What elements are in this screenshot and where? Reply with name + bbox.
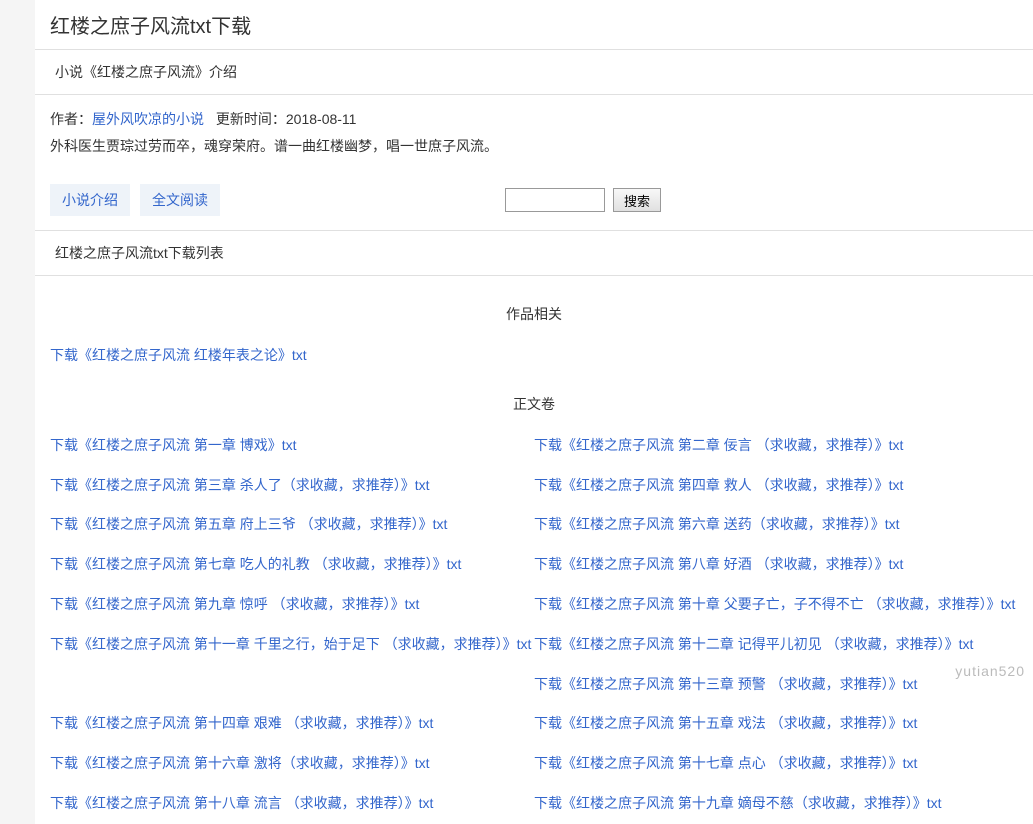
chapter-link[interactable]: 下载《红楼之庶子风流 第四章 救人 （求收藏，求推荐）》txt [534,477,903,493]
chapter-col-left: 下载《红楼之庶子风流 第十四章 艰难 （求收藏，求推荐）》txt [50,704,534,744]
chapter-link[interactable]: 下载《红楼之庶子风流 第一章 博戏》txt [50,437,297,453]
nav-search-row: 小说介绍 全文阅读 搜索 [35,170,1033,230]
chapter-col-left: 下载《红楼之庶子风流 第七章 吃人的礼教 （求收藏，求推荐）》txt [50,545,534,585]
chapter-row: 下载《红楼之庶子风流 第三章 杀人了（求收藏，求推荐）》txt 下载《红楼之庶子风… [50,466,1018,506]
chapter-col-right: 下载《红楼之庶子风流 第六章 送药（求收藏，求推荐）》txt [534,505,1018,545]
chapter-link[interactable]: 下载《红楼之庶子风流 第八章 好酒 （求收藏，求推荐）》txt [534,556,903,572]
chapter-link[interactable]: 下载《红楼之庶子风流 第十一章 千里之行，始于足下 （求收藏，求推荐）》txt [50,636,531,652]
chapter-col-left: 下载《红楼之庶子风流 第十一章 千里之行，始于足下 （求收藏，求推荐）》txt [50,625,534,665]
chapter-col-left: 下载《红楼之庶子风流 第九章 惊呼 （求收藏，求推荐）》txt [50,585,534,625]
chapter-col-right [534,336,1018,376]
chapter-row: 下载《红楼之庶子风流 第一章 博戏》txt 下载《红楼之庶子风流 第二章 佞言 （… [50,426,1018,466]
search-button[interactable]: 搜索 [613,188,661,212]
chapter-link[interactable]: 下载《红楼之庶子风流 第七章 吃人的礼教 （求收藏，求推荐）》txt [50,556,461,572]
chapter-row: 下载《红楼之庶子风流 第十三章 预警 （求收藏，求推荐）》txt [50,665,1018,705]
author-label: 作者： [50,111,92,127]
chapter-link[interactable]: 下载《红楼之庶子风流 第十章 父要子亡，子不得不亡 （求收藏，求推荐）》txt [534,596,1015,612]
chapter-row: 下载《红楼之庶子风流 第十四章 艰难 （求收藏，求推荐）》txt 下载《红楼之庶子… [50,704,1018,744]
chapter-col-right: 下载《红楼之庶子风流 第二章 佞言 （求收藏，求推荐）》txt [534,426,1018,466]
volume-title: 正文卷 [35,376,1033,426]
chapter-col-left: 下载《红楼之庶子风流 第三章 杀人了（求收藏，求推荐）》txt [50,466,534,506]
chapter-row: 下载《红楼之庶子风流 第十六章 激将（求收藏，求推荐）》txt 下载《红楼之庶子风… [50,744,1018,784]
chapter-link[interactable]: 下载《红楼之庶子风流 第十九章 嫡母不慈（求收藏，求推荐）》txt [534,795,942,811]
list-header: 红楼之庶子风流txt下载列表 [35,230,1033,276]
chapter-link[interactable]: 下载《红楼之庶子风流 第三章 杀人了（求收藏，求推荐）》txt [50,477,430,493]
search-input[interactable] [505,188,605,212]
chapter-col-right: 下载《红楼之庶子风流 第八章 好酒 （求收藏，求推荐）》txt [534,545,1018,585]
nav-fulltext-button[interactable]: 全文阅读 [140,184,220,216]
chapter-col-left [50,665,534,705]
chapter-link[interactable]: 下载《红楼之庶子风流 第二章 佞言 （求收藏，求推荐）》txt [534,437,903,453]
nav-intro-button[interactable]: 小说介绍 [50,184,130,216]
intro-header: 小说《红楼之庶子风流》介绍 [35,49,1033,95]
chapter-col-right: 下载《红楼之庶子风流 第十二章 记得平儿初见 （求收藏，求推荐）》txt [534,625,1018,665]
novel-description: 外科医生贾琮过劳而卒，魂穿荣府。谱一曲红楼幽梦，唱一世庶子风流。 [35,133,1033,170]
chapter-row: 下载《红楼之庶子风流 第十八章 流言 （求收藏，求推荐）》txt 下载《红楼之庶子… [50,784,1018,824]
chapter-row: 下载《红楼之庶子风流 第九章 惊呼 （求收藏，求推荐）》txt 下载《红楼之庶子风… [50,585,1018,625]
chapter-col-right: 下载《红楼之庶子风流 第十九章 嫡母不慈（求收藏，求推荐）》txt [534,784,1018,824]
chapter-col-left: 下载《红楼之庶子风流 第十六章 激将（求收藏，求推荐）》txt [50,744,534,784]
chapter-link[interactable]: 下载《红楼之庶子风流 第十二章 记得平儿初见 （求收藏，求推荐）》txt [534,636,973,652]
chapter-row: 下载《红楼之庶子风流 红楼年表之论》txt [50,336,1018,376]
author-link[interactable]: 屋外风吹凉的小说 [92,111,204,127]
chapter-link[interactable]: 下载《红楼之庶子风流 第十八章 流言 （求收藏，求推荐）》txt [50,795,433,811]
chapter-link[interactable]: 下载《红楼之庶子风流 第十四章 艰难 （求收藏，求推荐）》txt [50,715,433,731]
chapter-col-right: 下载《红楼之庶子风流 第十五章 戏法 （求收藏，求推荐）》txt [534,704,1018,744]
chapter-link[interactable]: 下载《红楼之庶子风流 第九章 惊呼 （求收藏，求推荐）》txt [50,596,419,612]
chapter-list: 下载《红楼之庶子风流 第一章 博戏》txt 下载《红楼之庶子风流 第二章 佞言 （… [35,426,1033,824]
search-group: 搜索 [505,188,661,212]
page-title: 红楼之庶子风流txt下载 [35,0,1033,49]
chapter-col-left: 下载《红楼之庶子风流 红楼年表之论》txt [50,336,534,376]
chapter-col-left: 下载《红楼之庶子风流 第十八章 流言 （求收藏，求推荐）》txt [50,784,534,824]
chapter-col-right: 下载《红楼之庶子风流 第四章 救人 （求收藏，求推荐）》txt [534,466,1018,506]
chapter-row: 下载《红楼之庶子风流 第五章 府上三爷 （求收藏，求推荐）》txt 下载《红楼之庶… [50,505,1018,545]
chapter-link[interactable]: 下载《红楼之庶子风流 第六章 送药（求收藏，求推荐）》txt [534,516,900,532]
chapter-row: 下载《红楼之庶子风流 第十一章 千里之行，始于足下 （求收藏，求推荐）》txt下… [50,625,1018,665]
chapter-link[interactable]: 下载《红楼之庶子风流 第十三章 预警 （求收藏，求推荐）》txt [534,676,917,692]
chapter-list: 下载《红楼之庶子风流 红楼年表之论》txt [35,336,1033,376]
chapter-col-right: 下载《红楼之庶子风流 第十七章 点心 （求收藏，求推荐）》txt [534,744,1018,784]
chapter-row: 下载《红楼之庶子风流 第七章 吃人的礼教 （求收藏，求推荐）》txt 下载《红楼之… [50,545,1018,585]
chapter-link[interactable]: 下载《红楼之庶子风流 第十五章 戏法 （求收藏，求推荐）》txt [534,715,917,731]
volume-title: 作品相关 [35,276,1033,336]
chapter-link[interactable]: 下载《红楼之庶子风流 第十七章 点心 （求收藏，求推荐）》txt [534,755,917,771]
chapter-col-left: 下载《红楼之庶子风流 第五章 府上三爷 （求收藏，求推荐）》txt [50,505,534,545]
author-line: 作者：屋外风吹凉的小说 更新时间：2018-08-11 [35,95,1033,133]
chapter-link[interactable]: 下载《红楼之庶子风流 第五章 府上三爷 （求收藏，求推荐）》txt [50,516,447,532]
chapter-link[interactable]: 下载《红楼之庶子风流 第十六章 激将（求收藏，求推荐）》txt [50,755,430,771]
chapter-col-left: 下载《红楼之庶子风流 第一章 博戏》txt [50,426,534,466]
watermark: yutian520 [955,663,1025,679]
chapter-link[interactable]: 下载《红楼之庶子风流 红楼年表之论》txt [50,347,307,363]
chapter-col-right: 下载《红楼之庶子风流 第十三章 预警 （求收藏，求推荐）》txt [534,665,1018,705]
update-time: 更新时间：2018-08-11 [216,111,357,127]
chapter-col-right: 下载《红楼之庶子风流 第十章 父要子亡，子不得不亡 （求收藏，求推荐）》txt [534,585,1018,625]
